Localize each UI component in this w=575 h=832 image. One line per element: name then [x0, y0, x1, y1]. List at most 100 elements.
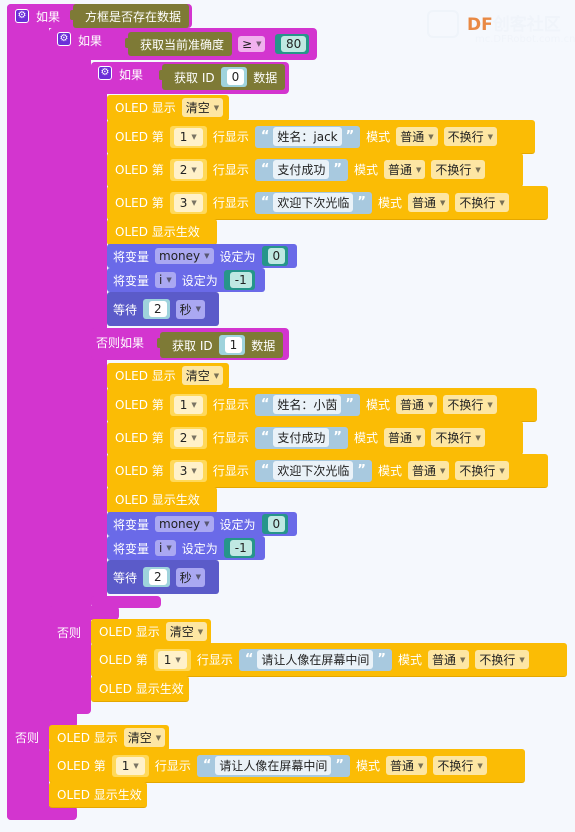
oled-row-block[interactable]: OLED 第 1 ▼ 行显示 “姓名：jack” 模式 普通 ▼ 不换行 ▼: [107, 120, 535, 154]
oled-row-block[interactable]: OLED 第 1 ▼ 行显示 “请让人像在屏幕中间” 模式 普通 ▼ 不换行 ▼: [91, 643, 567, 677]
oled-row-block[interactable]: OLED 第 2 ▼ 行显示 “支付成功” 模式 普通 ▼ 不换行 ▼: [107, 421, 523, 455]
row-slot[interactable]: 2 ▼: [169, 158, 207, 181]
get-id-block-0[interactable]: 获取 ID 0 数据: [158, 64, 286, 90]
variable-dropdown[interactable]: money ▼: [155, 516, 214, 532]
outer-condition-block[interactable]: 方框是否存在数据: [69, 4, 190, 28]
wait-block[interactable]: 等待 2 秒 ▼: [107, 560, 219, 594]
string-value[interactable]: 请让人像在屏幕中间: [215, 756, 332, 775]
gear-icon[interactable]: ⚙: [98, 66, 112, 80]
string-block[interactable]: “欢迎下次光临”: [254, 459, 372, 482]
row-slot[interactable]: 1 ▼: [111, 754, 149, 777]
oled-apply-block[interactable]: OLED 显示生效: [107, 487, 217, 513]
variable-number[interactable]: -1: [223, 538, 255, 558]
wait-number[interactable]: 2: [143, 567, 170, 587]
string-value[interactable]: 姓名：jack: [273, 127, 342, 146]
oled-row-block[interactable]: OLED 第 3 ▼ 行显示 “欢迎下次光临” 模式 普通 ▼ 不换行 ▼: [107, 186, 548, 220]
variable-value[interactable]: 0: [267, 248, 286, 264]
clear-dropdown[interactable]: 清空 ▼: [165, 622, 208, 641]
wrap-dropdown[interactable]: 不换行 ▼: [443, 395, 497, 414]
wrap-dropdown[interactable]: 不换行 ▼: [455, 193, 509, 212]
mode-dropdown[interactable]: 普通 ▼: [407, 461, 450, 480]
string-block[interactable]: “支付成功”: [254, 426, 348, 449]
row-slot[interactable]: 1 ▼: [169, 125, 207, 148]
unit-dropdown[interactable]: 秒 ▼: [175, 299, 206, 319]
mode-dropdown[interactable]: 普通 ▼: [427, 650, 470, 669]
row-slot[interactable]: 1 ▼: [153, 648, 191, 671]
oled-row-block[interactable]: OLED 第 3 ▼ 行显示 “欢迎下次光临” 模式 普通 ▼ 不换行 ▼: [107, 454, 548, 488]
set-variable-block[interactable]: 将变量 i ▼ 设定为 -1: [107, 268, 265, 292]
clear-dropdown[interactable]: 清空 ▼: [181, 98, 224, 117]
mode-dropdown[interactable]: 普通 ▼: [407, 193, 450, 212]
string-value[interactable]: 支付成功: [273, 160, 330, 179]
row-dropdown[interactable]: 2 ▼: [173, 428, 203, 447]
wrap-dropdown[interactable]: 不换行 ▼: [475, 650, 529, 669]
row-slot[interactable]: 2 ▼: [169, 426, 207, 449]
threshold-value[interactable]: 80: [281, 36, 307, 52]
oled-clear-block[interactable]: OLED 显示 清空 ▼: [91, 619, 211, 645]
mode-dropdown[interactable]: 普通 ▼: [383, 160, 426, 179]
variable-number[interactable]: 0: [261, 514, 289, 534]
set-variable-block[interactable]: 将变量 i ▼ 设定为 -1: [107, 536, 265, 560]
variable-value[interactable]: -1: [229, 540, 252, 556]
string-block[interactable]: “姓名：小茵”: [254, 393, 360, 416]
row-slot[interactable]: 3 ▼: [169, 459, 207, 482]
threshold-number[interactable]: 80: [275, 34, 310, 54]
string-block[interactable]: “请让人像在屏幕中间”: [238, 648, 392, 671]
string-value[interactable]: 请让人像在屏幕中间: [257, 650, 374, 669]
oled-clear-block[interactable]: OLED 显示 清空 ▼: [107, 95, 229, 121]
wrap-dropdown[interactable]: 不换行 ▼: [455, 461, 509, 480]
clear-dropdown[interactable]: 清空 ▼: [181, 366, 224, 385]
row-dropdown[interactable]: 3 ▼: [173, 461, 203, 480]
string-block[interactable]: “欢迎下次光临”: [254, 191, 372, 214]
mode-dropdown[interactable]: 普通 ▼: [396, 127, 438, 146]
oled-apply-block[interactable]: OLED 显示生效: [91, 676, 189, 702]
clear-dropdown[interactable]: 清空 ▼: [123, 728, 166, 747]
oled-clear-block[interactable]: OLED 显示 清空 ▼: [107, 363, 229, 389]
row-dropdown[interactable]: 3 ▼: [173, 193, 203, 212]
row-dropdown[interactable]: 2 ▼: [173, 160, 203, 179]
variable-value[interactable]: -1: [229, 272, 252, 288]
string-block[interactable]: “请让人像在屏幕中间”: [196, 754, 350, 777]
id-number[interactable]: 0: [220, 67, 248, 87]
gear-icon[interactable]: ⚙: [57, 32, 71, 46]
variable-dropdown[interactable]: money ▼: [155, 248, 214, 264]
string-value[interactable]: 欢迎下次光临: [273, 461, 354, 480]
id-value[interactable]: 1: [224, 337, 243, 353]
oled-apply-block[interactable]: OLED 显示生效: [49, 782, 147, 808]
string-value[interactable]: 姓名：小茵: [273, 395, 342, 414]
string-block[interactable]: “姓名：jack”: [254, 125, 361, 148]
wrap-dropdown[interactable]: 不换行 ▼: [431, 428, 485, 447]
id-number[interactable]: 1: [218, 335, 246, 355]
accuracy-block[interactable]: 获取当前准确度: [124, 32, 233, 56]
set-variable-block[interactable]: 将变量 money ▼ 设定为 0: [107, 512, 297, 536]
string-value[interactable]: 欢迎下次光临: [273, 193, 354, 212]
mode-dropdown[interactable]: 普通 ▼: [385, 756, 428, 775]
string-block[interactable]: “支付成功”: [254, 158, 348, 181]
variable-number[interactable]: -1: [223, 270, 255, 290]
row-dropdown[interactable]: 1 ▼: [115, 756, 145, 775]
row-slot[interactable]: 1 ▼: [169, 393, 207, 416]
gear-icon[interactable]: ⚙: [15, 9, 29, 23]
wait-number[interactable]: 2: [143, 299, 170, 319]
unit-dropdown[interactable]: 秒 ▼: [175, 567, 206, 587]
id-value[interactable]: 0: [226, 69, 245, 85]
row-dropdown[interactable]: 1 ▼: [173, 395, 203, 414]
oled-row-block[interactable]: OLED 第 1 ▼ 行显示 “请让人像在屏幕中间” 模式 普通 ▼ 不换行 ▼: [49, 749, 525, 783]
string-value[interactable]: 支付成功: [273, 428, 330, 447]
wrap-dropdown[interactable]: 不换行 ▼: [443, 127, 497, 146]
mode-dropdown[interactable]: 普通 ▼: [395, 395, 438, 414]
variable-dropdown[interactable]: i ▼: [155, 272, 176, 288]
wrap-dropdown[interactable]: 不换行 ▼: [431, 160, 485, 179]
oled-apply-block[interactable]: OLED 显示生效: [107, 219, 217, 245]
wait-value[interactable]: 2: [149, 301, 167, 317]
variable-number[interactable]: 0: [261, 246, 289, 266]
wait-block[interactable]: 等待 2 秒 ▼: [107, 292, 219, 326]
row-dropdown[interactable]: 1 ▼: [173, 127, 203, 146]
row-dropdown[interactable]: 1 ▼: [157, 650, 187, 669]
get-id-block-1[interactable]: 获取 ID 1 数据: [156, 332, 284, 358]
row-slot[interactable]: 3 ▼: [169, 191, 207, 214]
variable-value[interactable]: 0: [267, 516, 286, 532]
wait-value[interactable]: 2: [149, 569, 167, 585]
variable-dropdown[interactable]: i ▼: [155, 540, 176, 556]
wrap-dropdown[interactable]: 不换行 ▼: [433, 756, 487, 775]
